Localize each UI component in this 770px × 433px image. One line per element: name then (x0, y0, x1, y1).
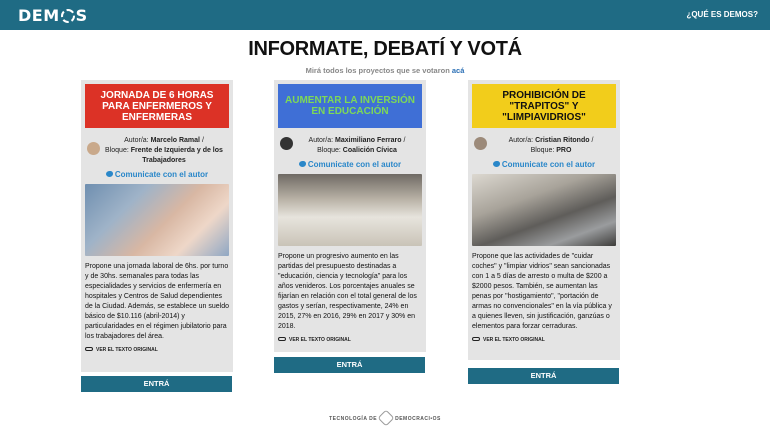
enter-button[interactable]: ENTRÁ (468, 368, 619, 384)
footer-brand: TECNOLOGÍA DE DEMOCRACI•OS (0, 409, 770, 427)
contact-author-link[interactable]: Comunicate con el autor (472, 160, 616, 169)
project-title[interactable]: AUMENTAR LA INVERSIÓN EN EDUCACIÓN (278, 84, 422, 128)
contact-author-link[interactable]: Comunicate con el autor (85, 170, 229, 179)
project-description: Propone un progresivo aumento en las par… (278, 253, 417, 330)
author-avatar (474, 137, 487, 150)
link-icon (278, 337, 286, 341)
project-description: Propone que las actividades de "cuidar c… (472, 253, 612, 330)
author-info: Autor/a: Maximiliano Ferraro / Bloque: C… (278, 136, 422, 156)
twitter-icon (298, 161, 306, 167)
project-description: Propone una jornada laboral de 6hs. por … (85, 263, 229, 340)
original-text-link[interactable]: VER EL TEXTO ORIGINAL (85, 347, 229, 353)
project-card-nursing: JORNADA DE 6 HORAS PARA ENFERMEROS Y ENF… (81, 80, 233, 372)
project-card-trapitos: PROHIBICIÓN DE "TRAPITOS" Y "LIMPIAVIDRI… (468, 80, 620, 360)
link-icon (472, 337, 480, 341)
project-photo (85, 184, 229, 256)
top-bar: DEM S ¿QUÉ ES DEMOS? (0, 0, 770, 30)
contact-author-link[interactable]: Comunicate con el autor (278, 160, 422, 169)
link-icon (85, 347, 93, 351)
project-title[interactable]: JORNADA DE 6 HORAS PARA ENFERMEROS Y ENF… (85, 84, 229, 128)
voted-projects-link[interactable]: acá (452, 66, 465, 75)
enter-button[interactable]: ENTRÁ (274, 357, 425, 373)
project-card-education: AUMENTAR LA INVERSIÓN EN EDUCACIÓN Autor… (274, 80, 426, 352)
twitter-icon (492, 161, 500, 167)
enter-button[interactable]: ENTRÁ (81, 376, 232, 392)
page-title: INFORMATE, DEBATÍ Y VOTÁ (248, 38, 522, 60)
voted-projects-text: Mirá todos los proyectos que se votaron … (305, 66, 465, 75)
gear-icon (60, 9, 75, 23)
author-avatar (280, 137, 293, 150)
project-photo (472, 174, 616, 246)
demos-logo[interactable]: DEM S (18, 6, 88, 25)
author-info: Autor/a: Marcelo Ramal / Bloque: Frente … (85, 136, 229, 166)
twitter-icon (105, 171, 113, 177)
original-text-link[interactable]: VER EL TEXTO ORIGINAL (472, 337, 616, 343)
what-is-demos-link[interactable]: ¿QUÉ ES DEMOS? (686, 10, 758, 19)
author-info: Autor/a: Cristian Ritondo / Bloque: PRO (472, 136, 616, 156)
project-photo (278, 174, 422, 246)
original-text-link[interactable]: VER EL TEXTO ORIGINAL (278, 337, 422, 343)
project-title[interactable]: PROHIBICIÓN DE "TRAPITOS" Y "LIMPIAVIDRI… (472, 84, 616, 128)
democraciaos-logo-icon (377, 409, 395, 427)
author-avatar (87, 142, 100, 155)
